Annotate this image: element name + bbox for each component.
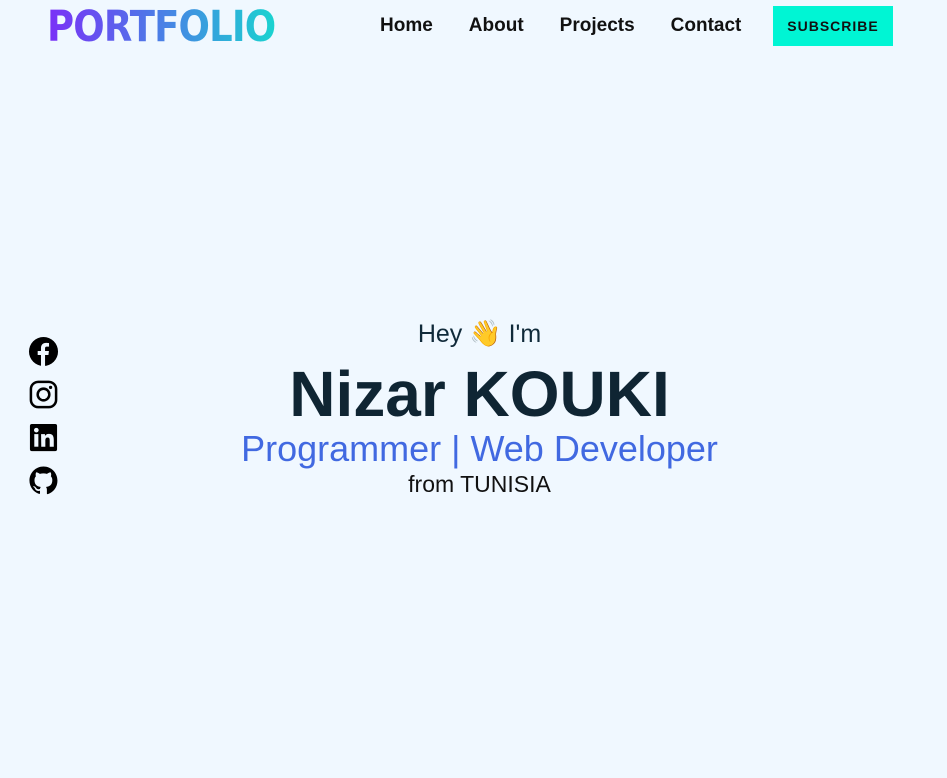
hero-role: Programmer | Web Developer: [241, 428, 718, 469]
logo[interactable]: PORTFOLIO: [47, 2, 276, 52]
waving-hand-icon: 👋: [469, 319, 502, 349]
hero-section: Hey 👋 I'm Nizar KOUKI Programmer | Web D…: [0, 317, 947, 499]
hero-name: Nizar KOUKI: [289, 358, 670, 430]
nav-projects[interactable]: Projects: [560, 14, 635, 38]
greeting-text: Hey: [417, 320, 463, 348]
subscribe-button[interactable]: SUBSCRIBE: [773, 6, 893, 46]
page: PORTFOLIO Home About Projects Contact SU…: [0, 0, 947, 778]
nav-home[interactable]: Home: [380, 14, 433, 38]
greeting-suffix: I'm: [508, 320, 542, 348]
greeting: Hey 👋 I'm: [0, 317, 947, 351]
main-nav: Home About Projects Contact: [380, 14, 741, 38]
nav-contact[interactable]: Contact: [671, 14, 742, 38]
hero-origin: from TUNISIA: [408, 471, 551, 497]
nav-about[interactable]: About: [469, 14, 524, 38]
